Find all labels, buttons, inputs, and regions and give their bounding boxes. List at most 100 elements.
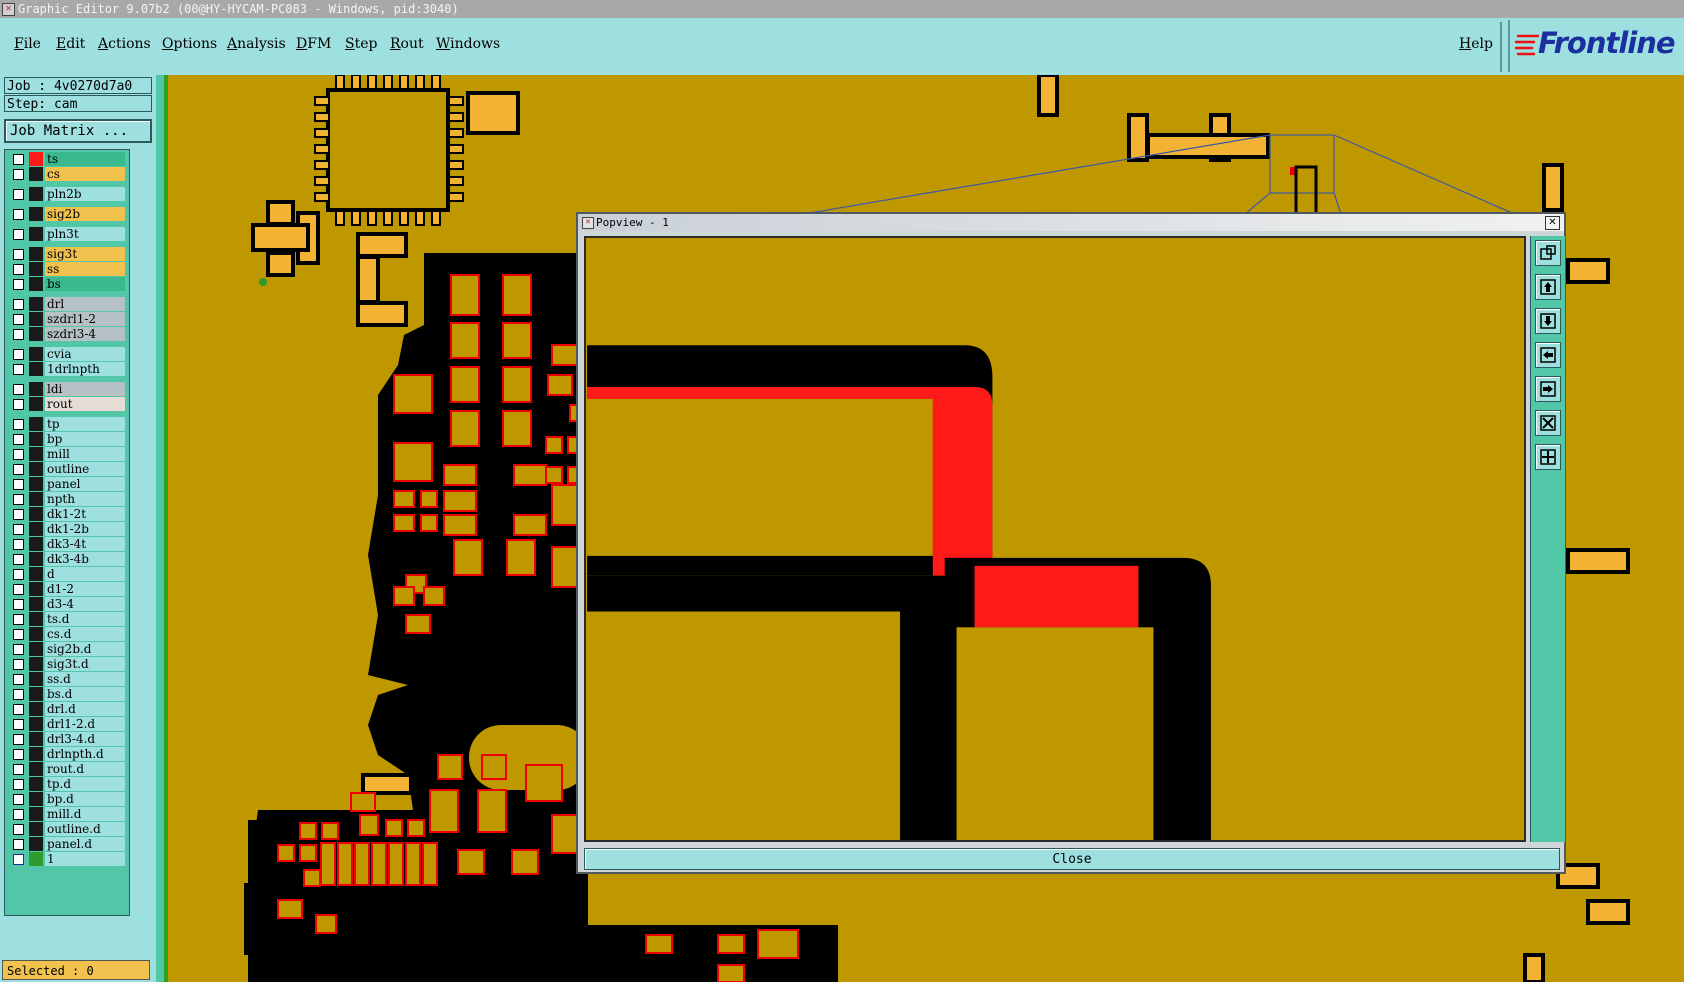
menu-help[interactable]: Help (1459, 36, 1493, 52)
layer-checkbox[interactable] (13, 764, 24, 775)
layer-checkbox[interactable] (13, 644, 24, 655)
menu-rout[interactable]: Rout (390, 36, 424, 52)
layer-checkbox[interactable] (13, 169, 24, 180)
layer-checkbox[interactable] (13, 524, 24, 535)
layer-checkbox[interactable] (13, 689, 24, 700)
zoom-out-icon[interactable] (1535, 410, 1561, 436)
layer-row[interactable]: dk1-2t (9, 507, 127, 521)
zoom-in-icon[interactable] (1535, 444, 1561, 470)
layer-row[interactable]: outline.d (9, 822, 127, 836)
popview-close-icon[interactable]: ✕ (1545, 216, 1560, 230)
layer-row[interactable]: d (9, 567, 127, 581)
layer-row[interactable]: sig2b (9, 207, 127, 221)
layer-checkbox[interactable] (13, 809, 24, 820)
layer-row[interactable]: drlnpth.d (9, 747, 127, 761)
layer-checkbox[interactable] (13, 249, 24, 260)
layer-checkbox[interactable] (13, 674, 24, 685)
layer-row[interactable]: rout (9, 397, 127, 411)
layer-row[interactable]: panel (9, 477, 127, 491)
popview-close-button[interactable]: Close (584, 848, 1560, 870)
layer-checkbox[interactable] (13, 659, 24, 670)
layer-checkbox[interactable] (13, 719, 24, 730)
layer-row[interactable]: npth (9, 492, 127, 506)
layer-row[interactable]: drl1-2.d (9, 717, 127, 731)
layer-row[interactable]: szdrl1-2 (9, 312, 127, 326)
layer-checkbox[interactable] (13, 399, 24, 410)
layer-row[interactable]: tp (9, 417, 127, 431)
layer-checkbox[interactable] (13, 629, 24, 640)
layer-row[interactable]: drl (9, 297, 127, 311)
pan-up-icon[interactable] (1535, 274, 1561, 300)
layer-checkbox[interactable] (13, 279, 24, 290)
layer-row[interactable]: sig3t (9, 247, 127, 261)
layer-row[interactable]: bp (9, 432, 127, 446)
layer-checkbox[interactable] (13, 189, 24, 200)
layer-checkbox[interactable] (13, 154, 24, 165)
layer-checkbox[interactable] (13, 569, 24, 580)
layer-checkbox[interactable] (13, 614, 24, 625)
layer-checkbox[interactable] (13, 364, 24, 375)
layer-checkbox[interactable] (13, 554, 24, 565)
menu-step[interactable]: Step (345, 36, 377, 52)
layer-row[interactable]: 1drlnpth (9, 362, 127, 376)
layer-row[interactable]: panel.d (9, 837, 127, 851)
layer-checkbox[interactable] (13, 824, 24, 835)
layer-row[interactable]: 1 (9, 852, 127, 866)
layer-row[interactable]: drl.d (9, 702, 127, 716)
layer-row[interactable]: ss.d (9, 672, 127, 686)
layer-row[interactable]: cvia (9, 347, 127, 361)
layer-checkbox[interactable] (13, 384, 24, 395)
layer-checkbox[interactable] (13, 209, 24, 220)
layer-checkbox[interactable] (13, 734, 24, 745)
layer-row[interactable]: cs (9, 167, 127, 181)
layer-checkbox[interactable] (13, 264, 24, 275)
pan-down-icon[interactable] (1535, 308, 1561, 334)
layer-checkbox[interactable] (13, 464, 24, 475)
layer-row[interactable]: szdrl3-4 (9, 327, 127, 341)
layer-checkbox[interactable] (13, 349, 24, 360)
menu-actions[interactable]: Actions (98, 36, 151, 52)
layer-row[interactable]: pln3t (9, 227, 127, 241)
layer-checkbox[interactable] (13, 509, 24, 520)
layer-row[interactable]: ts (9, 152, 127, 166)
layer-checkbox[interactable] (13, 794, 24, 805)
layer-row[interactable]: bs.d (9, 687, 127, 701)
layer-row[interactable]: rout.d (9, 762, 127, 776)
menu-windows[interactable]: Windows (436, 36, 500, 52)
menu-file[interactable]: File (14, 36, 41, 52)
menu-options[interactable]: Options (162, 36, 217, 52)
layer-row[interactable]: outline (9, 462, 127, 476)
layer-checkbox[interactable] (13, 449, 24, 460)
job-matrix-button[interactable]: Job Matrix ... (4, 119, 152, 143)
layer-row[interactable]: dk3-4t (9, 537, 127, 551)
popview-canvas[interactable] (584, 236, 1526, 842)
layer-checkbox[interactable] (13, 779, 24, 790)
menu-dfm[interactable]: DFM (296, 36, 331, 52)
layer-row[interactable]: dk3-4b (9, 552, 127, 566)
pan-left-icon[interactable] (1535, 342, 1561, 368)
layer-checkbox[interactable] (13, 329, 24, 340)
layer-row[interactable]: bs (9, 277, 127, 291)
layer-row[interactable]: dk1-2b (9, 522, 127, 536)
layer-row[interactable]: drl3-4.d (9, 732, 127, 746)
layer-checkbox[interactable] (13, 419, 24, 430)
zoom-fit-icon[interactable] (1535, 240, 1561, 266)
menu-edit[interactable]: Edit (56, 36, 85, 52)
layer-checkbox[interactable] (13, 839, 24, 850)
layer-row[interactable]: bp.d (9, 792, 127, 806)
layer-checkbox[interactable] (13, 314, 24, 325)
layer-checkbox[interactable] (13, 749, 24, 760)
layer-row[interactable]: sig3t.d (9, 657, 127, 671)
layer-checkbox[interactable] (13, 299, 24, 310)
layer-row[interactable]: ldi (9, 382, 127, 396)
layer-row[interactable]: ts.d (9, 612, 127, 626)
layer-checkbox[interactable] (13, 539, 24, 550)
layer-row[interactable]: pln2b (9, 187, 127, 201)
layer-checkbox[interactable] (13, 584, 24, 595)
layer-checkbox[interactable] (13, 854, 24, 865)
menu-analysis[interactable]: Analysis (227, 36, 286, 52)
layer-checkbox[interactable] (13, 479, 24, 490)
layer-row[interactable]: tp.d (9, 777, 127, 791)
layer-row[interactable]: sig2b.d (9, 642, 127, 656)
layer-checkbox[interactable] (13, 434, 24, 445)
